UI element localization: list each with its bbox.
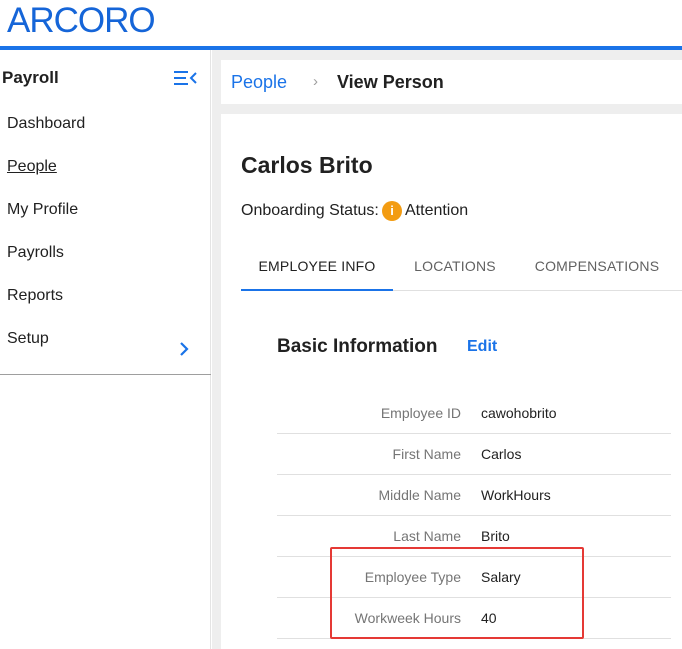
basic-info-list: Employee ID cawohobrito First Name Carlo… bbox=[277, 393, 671, 639]
chevron-right-icon[interactable] bbox=[177, 331, 191, 356]
sidebar-item-label: Dashboard bbox=[7, 115, 86, 132]
field-value: Carlos bbox=[481, 446, 522, 462]
info-row-workweek-hours: Workweek Hours 40 bbox=[277, 598, 671, 639]
info-row-employee-type: Employee Type Salary bbox=[277, 557, 671, 598]
sidebar-nav: Dashboard People My Profile Payrolls Rep… bbox=[0, 102, 211, 360]
field-value: cawohobrito bbox=[481, 405, 557, 421]
field-value: 40 bbox=[481, 610, 497, 626]
sidebar-item-label: People bbox=[7, 158, 57, 175]
sidebar-item-label: Reports bbox=[7, 287, 64, 304]
breadcrumb-current: View Person bbox=[337, 72, 444, 92]
sidebar-header: Payroll bbox=[0, 64, 211, 92]
sidebar-item-my-profile[interactable]: My Profile bbox=[0, 188, 211, 231]
field-label: Middle Name bbox=[378, 487, 461, 503]
edit-button[interactable]: Edit bbox=[467, 338, 497, 356]
field-label: Employee Type bbox=[364, 569, 461, 585]
field-value: WorkHours bbox=[481, 487, 551, 503]
page-title: Carlos Brito bbox=[241, 152, 373, 178]
sidebar: Payroll Dashboard People My Profile Payr… bbox=[0, 50, 211, 649]
menu-collapse-icon[interactable] bbox=[171, 66, 199, 90]
section-title: Basic Information bbox=[277, 336, 438, 357]
main-content: People › View Person Carlos Brito Onboar… bbox=[212, 50, 682, 649]
sidebar-title: Payroll bbox=[2, 68, 59, 87]
sidebar-item-payrolls[interactable]: Payrolls bbox=[0, 231, 211, 274]
status-value: Attention bbox=[405, 202, 469, 219]
field-value: Salary bbox=[481, 569, 521, 585]
person-card: Carlos Brito Onboarding Status: i Attent… bbox=[221, 114, 682, 649]
info-icon: i bbox=[382, 201, 402, 221]
sidebar-item-label: My Profile bbox=[7, 201, 79, 218]
field-label: Employee ID bbox=[380, 405, 461, 421]
tab-locations[interactable]: LOCATIONS bbox=[393, 244, 517, 291]
field-label: Last Name bbox=[393, 528, 461, 544]
arcoro-logo[interactable]: ARCORO bbox=[7, 3, 156, 39]
info-row-first-name: First Name Carlos bbox=[277, 434, 671, 475]
breadcrumb: People › View Person bbox=[221, 60, 682, 104]
sidebar-item-label: Setup bbox=[7, 330, 49, 347]
sidebar-item-label: Payrolls bbox=[7, 244, 64, 261]
breadcrumb-separator-icon: › bbox=[313, 73, 318, 90]
tab-bar: EMPLOYEE INFO LOCATIONS COMPENSATIONS bbox=[241, 244, 682, 291]
field-label: First Name bbox=[392, 446, 461, 462]
status-label: Onboarding Status: bbox=[241, 202, 379, 219]
sidebar-item-dashboard[interactable]: Dashboard bbox=[0, 102, 211, 145]
sidebar-item-people[interactable]: People bbox=[0, 145, 211, 188]
tab-compensations[interactable]: COMPENSATIONS bbox=[517, 244, 677, 291]
info-row-last-name: Last Name Brito bbox=[277, 516, 671, 557]
field-label: Workweek Hours bbox=[354, 610, 461, 626]
sidebar-item-setup[interactable]: Setup bbox=[0, 317, 211, 360]
info-row-employee-id: Employee ID cawohobrito bbox=[277, 393, 671, 434]
top-bar: ARCORO bbox=[0, 0, 682, 46]
tab-employee-info[interactable]: EMPLOYEE INFO bbox=[241, 244, 393, 291]
sidebar-item-reports[interactable]: Reports bbox=[0, 274, 211, 317]
sidebar-divider bbox=[0, 374, 211, 375]
breadcrumb-link-people[interactable]: People bbox=[231, 72, 287, 93]
field-value: Brito bbox=[481, 528, 510, 544]
info-row-middle-name: Middle Name WorkHours bbox=[277, 475, 671, 516]
